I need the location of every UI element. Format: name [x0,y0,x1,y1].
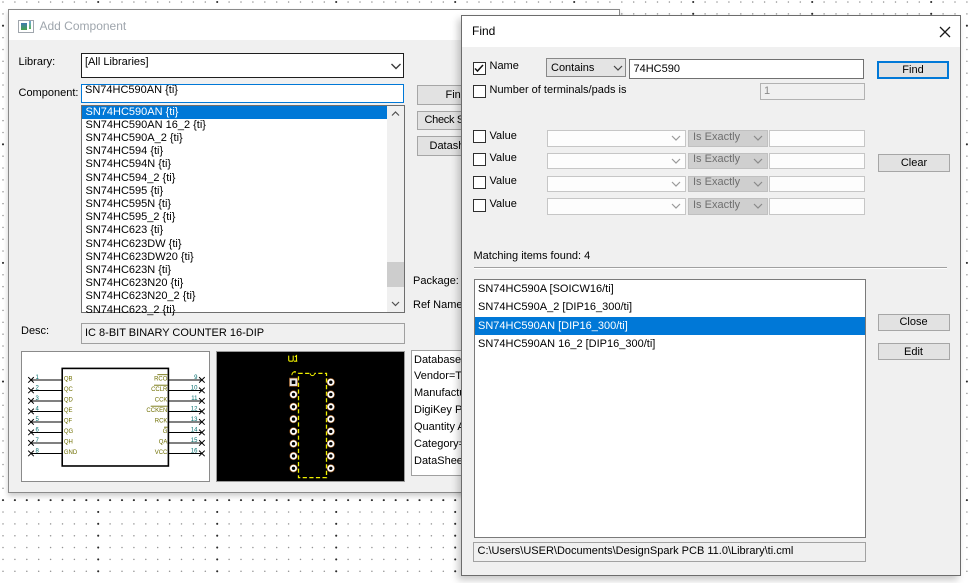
svg-text:GND: GND [63,450,77,456]
svg-text:15: 15 [190,438,197,444]
svg-text:11: 11 [191,396,198,402]
svg-text:RCK: RCK [154,418,167,424]
svg-text:QG: QG [63,429,73,435]
svg-text:13: 13 [190,417,197,423]
svg-text:QH: QH [63,439,72,445]
svg-text:VCC: VCC [154,450,167,456]
svg-text:14: 14 [190,427,197,433]
svg-text:QF: QF [63,418,72,424]
svg-text:RCO: RCO [154,376,168,382]
svg-text:10: 10 [190,385,197,391]
svg-text:QA: QA [158,439,167,445]
svg-text:CCKEN: CCKEN [146,408,167,414]
svg-text:12: 12 [190,406,197,412]
svg-text:QB: QB [63,376,72,382]
svg-text:CCK: CCK [154,397,167,403]
svg-text:QE: QE [63,408,72,414]
svg-text:QC: QC [63,387,73,393]
svg-text:G: G [162,429,167,435]
svg-text:QD: QD [63,397,73,403]
svg-text:16: 16 [190,448,197,454]
svg-text:CCLR: CCLR [151,387,168,393]
